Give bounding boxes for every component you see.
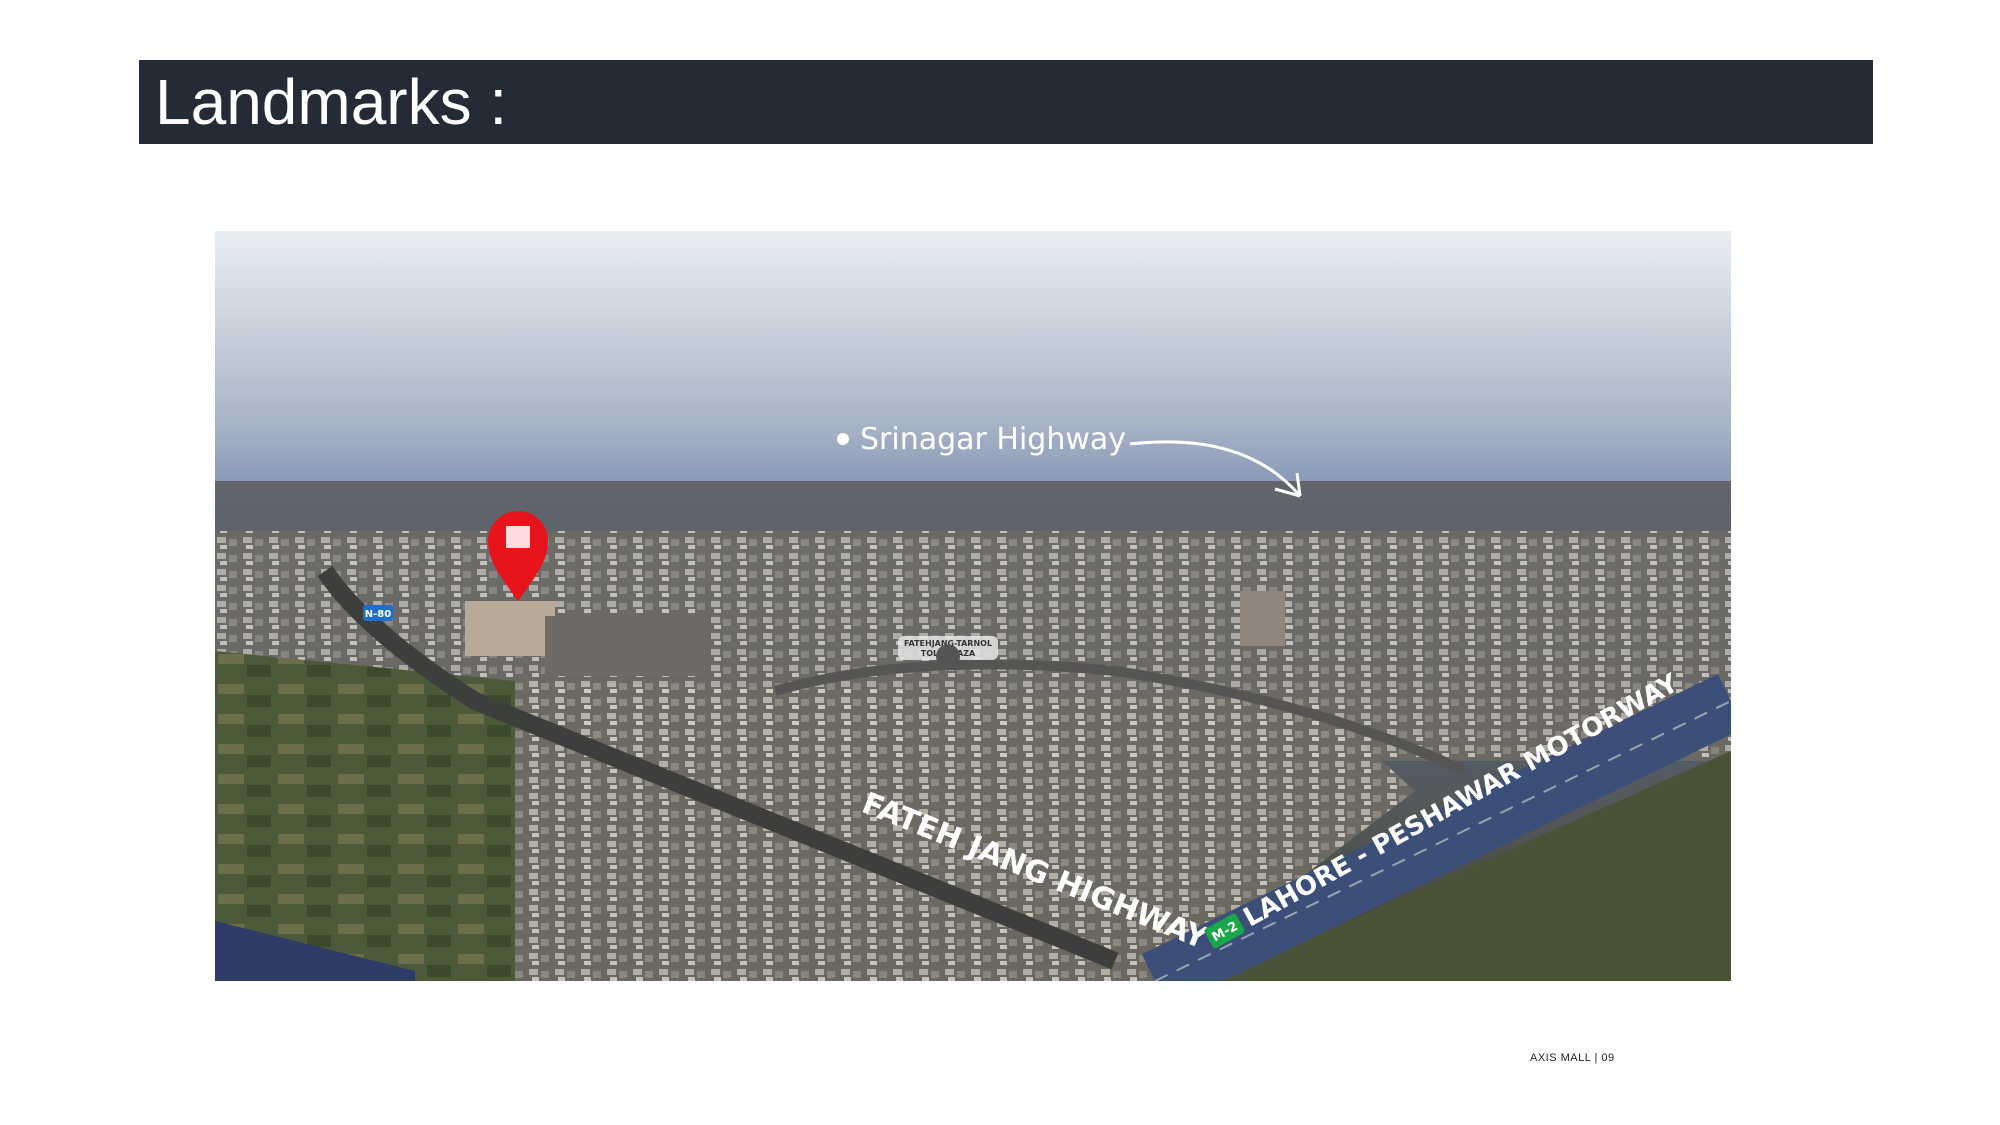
building-tower [465,601,555,656]
building-tall [1240,591,1285,646]
svg-text:N-80: N-80 [365,609,391,620]
srinagar-label: Srinagar Highway [860,422,1126,457]
title-bar: Landmarks : [139,60,1873,144]
footer-page-number: AXIS MALL | 09 [1530,1052,1615,1064]
n80-badge: N-80 [363,605,393,621]
srinagar-dot [837,433,849,445]
building-complex [545,616,705,676]
aerial-photo: Srinagar Highway N-80 FATEHJANG-TARNOL T… [215,231,1731,981]
page-title: Landmarks : [155,66,508,138]
